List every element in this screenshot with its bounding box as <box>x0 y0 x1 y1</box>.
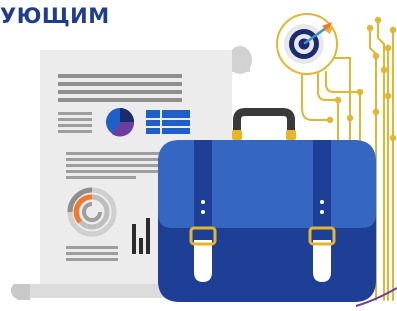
briefcase-strap-right <box>308 140 336 282</box>
target-icon <box>276 13 338 75</box>
business-illustration <box>10 13 397 307</box>
business-illustration-banner: УЮЩИМ <box>0 0 397 311</box>
briefcase-strap-left <box>189 140 217 282</box>
briefcase-icon <box>158 108 376 302</box>
table-icon <box>146 110 190 134</box>
